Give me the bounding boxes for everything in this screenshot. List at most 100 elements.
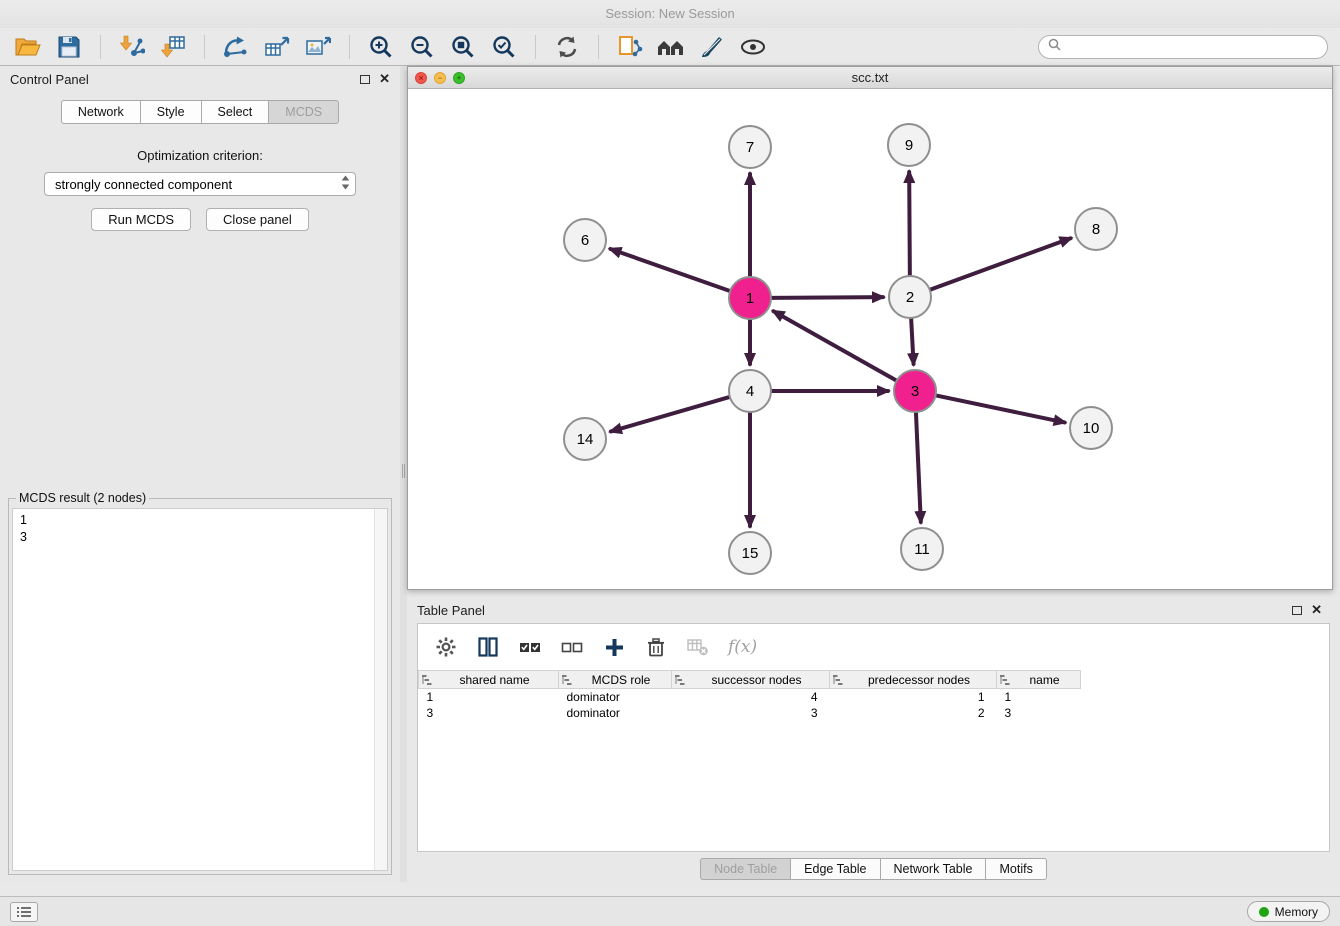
first-neighbors-icon[interactable] bbox=[655, 32, 687, 62]
close-table-panel-icon[interactable]: ✕ bbox=[1311, 605, 1322, 615]
toolbar-separator bbox=[349, 35, 350, 59]
delete-icon[interactable] bbox=[644, 635, 668, 659]
graph-node-label-4: 4 bbox=[746, 383, 754, 400]
graph-edge-1-6[interactable] bbox=[610, 249, 729, 291]
table-cell[interactable]: 1 bbox=[830, 689, 997, 705]
sort-icon[interactable] bbox=[675, 675, 686, 686]
table-row[interactable]: 1dominator411 bbox=[419, 689, 1330, 705]
columns-icon[interactable] bbox=[476, 635, 500, 659]
table-cell[interactable]: dominator bbox=[559, 689, 672, 705]
run-mcds-button[interactable]: Run MCDS bbox=[91, 208, 191, 231]
tab-mcds[interactable]: MCDS bbox=[268, 100, 339, 124]
delete-table-icon[interactable] bbox=[686, 635, 710, 659]
column-header[interactable]: successor nodes bbox=[672, 671, 830, 689]
graph-node-label-11: 11 bbox=[914, 541, 930, 558]
graph-edge-2-8[interactable] bbox=[931, 238, 1071, 289]
column-header[interactable]: predecessor nodes bbox=[830, 671, 997, 689]
tab-select[interactable]: Select bbox=[201, 100, 269, 124]
dropdown-stepper-icon bbox=[341, 175, 350, 193]
network-canvas[interactable]: 7968124314101511 bbox=[408, 89, 1332, 589]
sort-icon[interactable] bbox=[833, 675, 844, 686]
import-network-icon[interactable] bbox=[116, 32, 148, 62]
table-content: f(x) shared nameMCDS rolesuccessor nodes… bbox=[417, 623, 1330, 852]
table-cell[interactable]: 4 bbox=[672, 689, 830, 705]
import-table-icon[interactable] bbox=[157, 32, 189, 62]
table-cell[interactable]: 2 bbox=[830, 705, 997, 721]
apply-style-icon[interactable] bbox=[696, 32, 728, 62]
toolbar-separator bbox=[535, 35, 536, 59]
zoom-fit-icon[interactable] bbox=[447, 32, 479, 62]
graph-node-label-10: 10 bbox=[1083, 420, 1100, 437]
refresh-icon[interactable] bbox=[551, 32, 583, 62]
table-cell[interactable]: 3 bbox=[419, 705, 559, 721]
tab-node-table[interactable]: Node Table bbox=[700, 858, 790, 880]
table-cell[interactable]: 3 bbox=[672, 705, 830, 721]
status-menu-button[interactable] bbox=[10, 902, 38, 922]
network-graph[interactable]: 7968124314101511 bbox=[408, 89, 1332, 589]
add-row-icon[interactable] bbox=[602, 635, 626, 659]
table-row[interactable]: 3dominator323 bbox=[419, 705, 1330, 721]
graph-edge-2-3[interactable] bbox=[911, 319, 913, 364]
criterion-dropdown-value: strongly connected component bbox=[55, 177, 341, 192]
tab-network-table[interactable]: Network Table bbox=[880, 858, 986, 880]
tab-style[interactable]: Style bbox=[140, 100, 201, 124]
function-builder-icon[interactable]: f(x) bbox=[728, 637, 757, 657]
float-table-panel-icon[interactable] bbox=[1292, 606, 1302, 615]
node-table: shared nameMCDS rolesuccessor nodesprede… bbox=[418, 670, 1329, 721]
network-share-icon[interactable] bbox=[614, 32, 646, 62]
control-panel-title: Control Panel bbox=[10, 72, 89, 87]
graph-edge-4-14[interactable] bbox=[611, 397, 729, 431]
export-table-icon[interactable] bbox=[261, 32, 293, 62]
graph-edge-2-9[interactable] bbox=[909, 172, 910, 275]
mcds-result-list[interactable]: 1 3 bbox=[12, 508, 388, 871]
table-cell[interactable]: dominator bbox=[559, 705, 672, 721]
save-session-icon[interactable] bbox=[53, 32, 85, 62]
unselect-all-icon[interactable] bbox=[560, 635, 584, 659]
zoom-in-icon[interactable] bbox=[365, 32, 397, 62]
sort-icon[interactable] bbox=[562, 675, 573, 686]
export-network-icon[interactable] bbox=[220, 32, 252, 62]
float-panel-icon[interactable] bbox=[360, 75, 370, 84]
memory-label: Memory bbox=[1275, 905, 1318, 919]
close-panel-button[interactable]: Close panel bbox=[206, 208, 309, 231]
search-icon bbox=[1048, 38, 1061, 56]
control-panel: Control Panel ✕ NetworkStyleSelectMCDS O… bbox=[0, 66, 400, 882]
open-session-icon[interactable] bbox=[12, 32, 44, 62]
graph-edge-1-2[interactable] bbox=[772, 297, 883, 298]
close-panel-icon[interactable]: ✕ bbox=[379, 74, 390, 84]
splitter-grip-icon bbox=[402, 464, 405, 478]
table-cell[interactable]: 3 bbox=[997, 705, 1081, 721]
memory-status-icon bbox=[1259, 907, 1269, 917]
column-header[interactable]: shared name bbox=[419, 671, 559, 689]
table-cell[interactable]: 1 bbox=[419, 689, 559, 705]
network-window-title: scc.txt bbox=[408, 70, 1332, 85]
network-window-titlebar: × − + scc.txt bbox=[408, 67, 1332, 89]
tab-edge-table[interactable]: Edge Table bbox=[790, 858, 879, 880]
sort-icon[interactable] bbox=[1000, 675, 1011, 686]
criterion-dropdown[interactable]: strongly connected component bbox=[44, 172, 356, 196]
graph-node-label-3: 3 bbox=[911, 383, 919, 400]
gear-icon[interactable] bbox=[434, 635, 458, 659]
column-header[interactable]: name bbox=[997, 671, 1081, 689]
table-cell-filler bbox=[1081, 689, 1330, 705]
sort-icon[interactable] bbox=[422, 675, 433, 686]
graph-edge-3-10[interactable] bbox=[937, 396, 1065, 423]
graph-edge-3-11[interactable] bbox=[916, 413, 921, 522]
table-cell[interactable]: 1 bbox=[997, 689, 1081, 705]
tab-network[interactable]: Network bbox=[61, 100, 140, 124]
column-header[interactable]: MCDS role bbox=[559, 671, 672, 689]
select-all-icon[interactable] bbox=[518, 635, 542, 659]
optimization-criterion-label: Optimization criterion: bbox=[0, 148, 400, 163]
graph-edge-3-1[interactable] bbox=[774, 311, 896, 380]
export-image-icon[interactable] bbox=[302, 32, 334, 62]
memory-button[interactable]: Memory bbox=[1247, 901, 1330, 922]
panel-splitter[interactable] bbox=[400, 66, 407, 882]
table-panel-header: Table Panel ✕ bbox=[407, 597, 1340, 623]
column-header-filler bbox=[1081, 671, 1330, 689]
zoom-selected-icon[interactable] bbox=[488, 32, 520, 62]
show-hide-panel-icon[interactable] bbox=[737, 32, 769, 62]
toolbar-separator bbox=[100, 35, 101, 59]
tab-motifs[interactable]: Motifs bbox=[985, 858, 1046, 880]
search-input[interactable] bbox=[1067, 40, 1318, 54]
zoom-out-icon[interactable] bbox=[406, 32, 438, 62]
